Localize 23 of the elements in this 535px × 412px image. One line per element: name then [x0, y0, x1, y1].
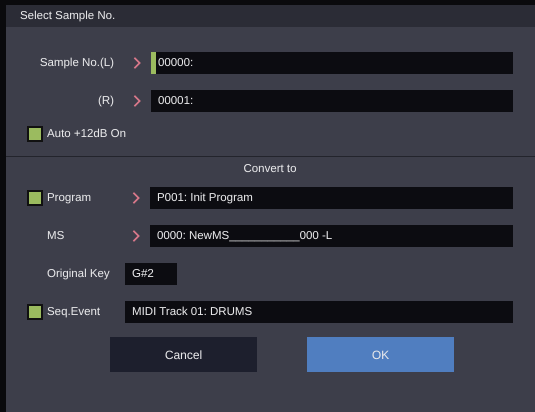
checkbox[interactable]	[27, 126, 43, 142]
sample-field[interactable]: 00000:	[151, 52, 513, 74]
field-label: Sample No.(L)	[38, 57, 114, 69]
section-heading: Convert to	[242, 163, 298, 175]
field-label: Seq.Event	[47, 306, 100, 318]
chevron-icon[interactable]	[132, 94, 142, 108]
cancel-button[interactable]: Cancel	[110, 337, 257, 372]
sample-field[interactable]: 00001:	[151, 90, 513, 112]
dialog-title: Select Sample No.	[20, 10, 116, 22]
checkbox-label: Auto +12dB On	[47, 128, 126, 140]
value-field[interactable]: MIDI Track 01: DRUMS	[125, 301, 513, 323]
value-field[interactable]: 0000: NewMS___________000 -L	[150, 225, 513, 247]
field-label: (R)	[97, 95, 114, 107]
value-field[interactable]: G#2	[125, 263, 177, 285]
value-field[interactable]: P001: Init Program	[150, 187, 513, 209]
chevron-icon[interactable]	[132, 56, 142, 70]
checkbox[interactable]	[27, 190, 43, 206]
field-label: Original Key	[47, 268, 110, 280]
chevron-icon[interactable]	[131, 191, 141, 205]
field-label: Program	[47, 192, 92, 204]
field-label: MS	[47, 230, 64, 242]
chevron-icon[interactable]	[131, 229, 141, 243]
checkbox[interactable]	[27, 304, 43, 320]
